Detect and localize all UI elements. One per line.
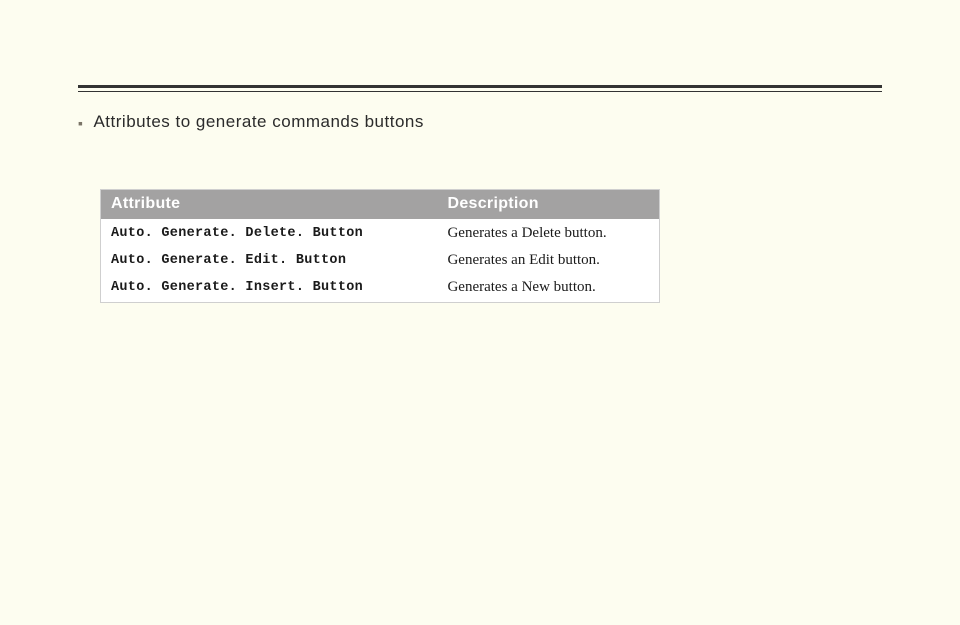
attributes-table: Attribute Description Auto. Generate. De… <box>100 189 660 303</box>
divider-light <box>78 91 882 92</box>
attr-name: Auto. Generate. Edit. Button <box>101 248 437 275</box>
col-header-description: Description <box>437 190 659 219</box>
attr-desc: Generates a New button. <box>437 275 659 302</box>
table-row: Auto. Generate. Delete. Button Generates… <box>101 219 659 248</box>
attr-name: Auto. Generate. Insert. Button <box>101 275 437 302</box>
slide: ▪ Attributes to generate commands button… <box>0 85 960 625</box>
attr-name: Auto. Generate. Delete. Button <box>101 219 437 248</box>
bullet-line: ▪ Attributes to generate commands button… <box>78 112 882 134</box>
table-row: Auto. Generate. Insert. Button Generates… <box>101 275 659 302</box>
table-row: Auto. Generate. Edit. Button Generates a… <box>101 248 659 275</box>
table-header-row: Attribute Description <box>101 190 659 219</box>
bullet-text: Attributes to generate commands buttons <box>93 112 423 132</box>
attr-desc: Generates a Delete button. <box>437 219 659 248</box>
divider-heavy <box>78 85 882 88</box>
square-bullet-icon: ▪ <box>78 112 83 134</box>
attr-desc: Generates an Edit button. <box>437 248 659 275</box>
col-header-attribute: Attribute <box>101 190 437 219</box>
